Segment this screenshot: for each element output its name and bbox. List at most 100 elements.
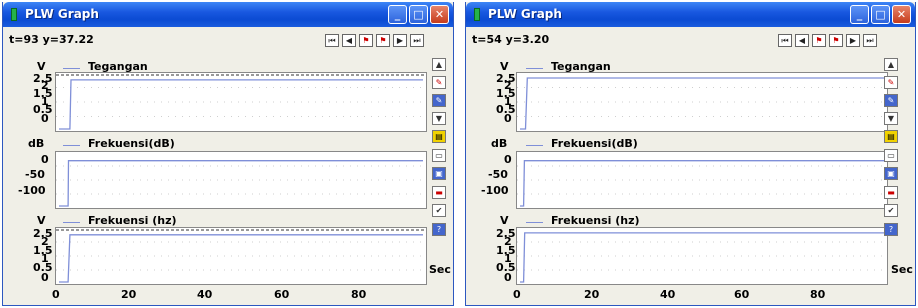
plot-2-ytick: 0 <box>504 153 512 166</box>
scroll-down-button[interactable]: ▼ <box>884 112 898 125</box>
series-line <box>520 232 884 283</box>
plot-1-svg <box>56 74 426 130</box>
check-button[interactable]: ✔ <box>432 204 446 217</box>
close-button[interactable]: ✕ <box>892 5 911 24</box>
pen-blue-button[interactable]: ✎ <box>432 94 446 107</box>
plot-2-unit: dB <box>28 137 45 150</box>
title-bar[interactable]: PLW Graph _ □ ✕ <box>466 2 915 27</box>
maximize-button[interactable]: □ <box>871 5 890 24</box>
plot-3-area[interactable] <box>516 227 888 285</box>
save-button[interactable]: ▣ <box>432 167 446 180</box>
plot-2-ytick: -100 <box>18 184 46 197</box>
x-tick: 20 <box>584 288 600 301</box>
x-unit: Sec <box>429 263 451 276</box>
plot-2-legend: Frekuensi(dB) <box>88 137 175 150</box>
delete-button[interactable]: ▬ <box>884 186 898 199</box>
plot-2-ytick: -50 <box>488 168 508 181</box>
plot-2-legend-line <box>526 145 543 146</box>
plot-2-area[interactable] <box>55 151 427 209</box>
last-button[interactable]: ⏭ <box>410 34 424 47</box>
mark-end-button[interactable]: ⚑ <box>376 34 390 47</box>
plot-3-legend-line <box>526 222 543 223</box>
x-tick: 20 <box>121 288 137 301</box>
plot-2-area[interactable] <box>516 151 888 209</box>
plot-2-legend: Frekuensi(dB) <box>551 137 638 150</box>
mark-end-button[interactable]: ⚑ <box>829 34 843 47</box>
cursor-readout: t=93 y=37.22 <box>9 33 94 46</box>
close-button[interactable]: ✕ <box>430 5 449 24</box>
scroll-up-button[interactable]: ▲ <box>884 58 898 71</box>
plot-3-ytick: 0 <box>504 271 512 284</box>
plot-3-ytick: 0 <box>41 271 49 284</box>
plot-1-area[interactable] <box>55 72 427 132</box>
mark-start-button[interactable]: ⚑ <box>359 34 373 47</box>
x-tick: 80 <box>351 288 367 301</box>
previous-button[interactable]: ◀ <box>342 34 356 47</box>
plot-1-area[interactable] <box>516 72 888 132</box>
plot-3-legend: Frekuensi (hz) <box>88 214 177 227</box>
app-icon <box>474 8 480 21</box>
plw-graph-window-2: PLW Graph _ □ ✕ t=54 y=3.20 ⏮ ◀ ⚑ ⚑ ▶ ⏭ … <box>465 2 916 306</box>
plot-3-unit: V <box>37 214 46 227</box>
x-unit: Sec <box>891 263 913 276</box>
series-line <box>59 160 423 207</box>
plot-2-legend-line <box>63 145 80 146</box>
plot-2-ytick: -50 <box>25 168 45 181</box>
minimize-button[interactable]: _ <box>388 5 407 24</box>
plw-graph-window-1: PLW Graph _ □ ✕ t=93 y=37.22 ⏮ ◀ ⚑ ⚑ ▶ ⏭… <box>2 2 454 306</box>
maximize-button[interactable]: □ <box>409 5 428 24</box>
x-tick: 80 <box>810 288 826 301</box>
plot-3-unit: V <box>500 214 509 227</box>
check-button[interactable]: ✔ <box>884 204 898 217</box>
app-icon <box>11 8 17 21</box>
next-button[interactable]: ▶ <box>393 34 407 47</box>
x-tick: 0 <box>513 288 521 301</box>
title-bar[interactable]: PLW Graph _ □ ✕ <box>3 2 453 27</box>
plot-1-legend-line <box>526 68 543 69</box>
plot-3-legend: Frekuensi (hz) <box>551 214 640 227</box>
plot-2-unit: dB <box>491 137 508 150</box>
x-tick: 40 <box>660 288 676 301</box>
x-tick: 0 <box>52 288 60 301</box>
help-button[interactable]: ? <box>884 223 898 236</box>
mark-start-button[interactable]: ⚑ <box>812 34 826 47</box>
series-line <box>59 79 423 130</box>
cursor-readout: t=54 y=3.20 <box>472 33 550 46</box>
plot-1-legend-line <box>63 68 80 69</box>
previous-button[interactable]: ◀ <box>795 34 809 47</box>
monitor-button[interactable]: ▭ <box>432 149 446 162</box>
monitor-button[interactable]: ▭ <box>884 149 898 162</box>
x-tick: 60 <box>274 288 290 301</box>
plot-1-ytick: 0 <box>41 112 49 125</box>
series-line <box>59 234 423 283</box>
plot-3-svg <box>56 229 426 283</box>
first-button[interactable]: ⏮ <box>778 34 792 47</box>
minimize-button[interactable]: _ <box>850 5 869 24</box>
plot-3-area[interactable] <box>55 227 427 285</box>
plot-1-ytick: 0 <box>504 112 512 125</box>
scroll-down-button[interactable]: ▼ <box>432 112 446 125</box>
series-line <box>520 160 884 207</box>
plot-2-svg <box>517 160 887 207</box>
first-button[interactable]: ⏮ <box>325 34 339 47</box>
note-button[interactable]: ▤ <box>884 130 898 143</box>
plot-3-svg <box>517 232 887 283</box>
x-tick: 40 <box>197 288 213 301</box>
plot-2-svg <box>56 160 426 207</box>
help-button[interactable]: ? <box>432 223 446 236</box>
last-button[interactable]: ⏭ <box>863 34 877 47</box>
save-button[interactable]: ▣ <box>884 167 898 180</box>
plot-2-ytick: 0 <box>41 153 49 166</box>
pen-red-button[interactable]: ✎ <box>884 76 898 89</box>
window-title: PLW Graph <box>25 7 99 21</box>
note-button[interactable]: ▤ <box>432 130 446 143</box>
plot-1-svg <box>517 77 887 130</box>
pen-blue-button[interactable]: ✎ <box>884 94 898 107</box>
delete-button[interactable]: ▬ <box>432 186 446 199</box>
window-title: PLW Graph <box>488 7 562 21</box>
next-button[interactable]: ▶ <box>846 34 860 47</box>
pen-red-button[interactable]: ✎ <box>432 76 446 89</box>
scroll-up-button[interactable]: ▲ <box>432 58 446 71</box>
x-tick: 60 <box>734 288 750 301</box>
plot-2-ytick: -100 <box>481 184 509 197</box>
